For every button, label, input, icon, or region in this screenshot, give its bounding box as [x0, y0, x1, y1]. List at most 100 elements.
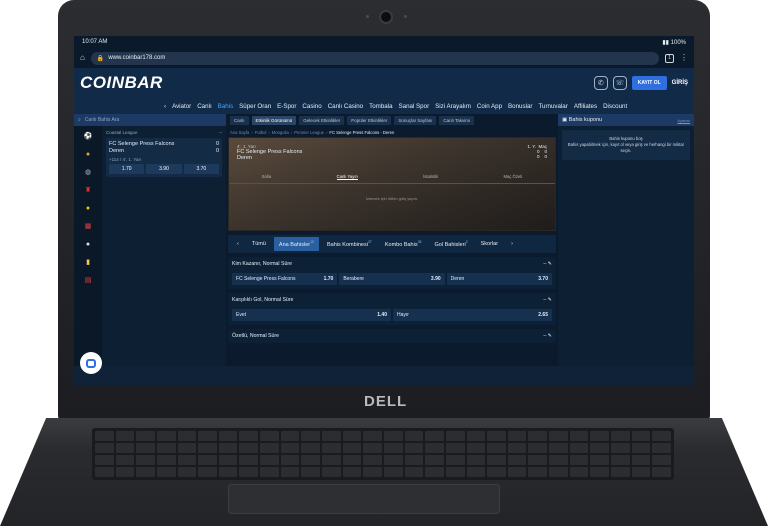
- selection-button[interactable]: FC Selenge Press Falcons 1.70: [232, 273, 338, 285]
- nav-item[interactable]: Casino: [302, 103, 321, 110]
- event-subtab[interactable]: Sonuçlar Sayfası: [394, 116, 437, 125]
- stream-tab[interactable]: İstatistik: [423, 174, 438, 180]
- tab-count-button[interactable]: 1: [665, 53, 674, 63]
- event-subtab[interactable]: Canlı: [230, 116, 249, 125]
- market-tab[interactable]: Kombo Bahis28: [380, 237, 427, 251]
- selection-button[interactable]: Hayır 2.65: [393, 309, 552, 321]
- nav-item[interactable]: Sanal Spor: [399, 103, 430, 110]
- breadcrumb-link[interactable]: Mongolia: [272, 130, 289, 135]
- market-tab[interactable]: Bahis Kombinesi37: [322, 237, 377, 251]
- chat-button[interactable]: [80, 352, 102, 374]
- menu-dots-icon[interactable]: ⋮: [680, 54, 688, 62]
- selection-button[interactable]: Deren 3.70: [446, 273, 552, 285]
- cricket-icon[interactable]: ▮: [83, 258, 93, 268]
- basketball-icon[interactable]: ●: [83, 150, 93, 160]
- keyboard-key: [487, 443, 506, 453]
- nav-item[interactable]: Canlı: [197, 103, 211, 110]
- nav-item[interactable]: Bonuslar: [508, 103, 532, 110]
- nav-item[interactable]: Coin App: [477, 103, 502, 110]
- site-logo[interactable]: COINBAR: [80, 73, 163, 93]
- market-tab[interactable]: Skorlar: [476, 238, 503, 250]
- collapse-icon[interactable]: – ✎: [543, 333, 552, 339]
- handball-icon[interactable]: ▤: [83, 276, 93, 286]
- market-header[interactable]: Karşılıklı Gol, Normal Süre – ✎: [228, 293, 556, 307]
- collapse-icon[interactable]: – ✎: [543, 297, 552, 303]
- stream-tab[interactable]: Saha: [262, 174, 272, 180]
- volleyball-icon[interactable]: ◍: [83, 168, 93, 178]
- ticket-icon: ▣: [562, 117, 568, 123]
- league-header[interactable]: Coastal League –: [106, 130, 222, 135]
- callback-icon[interactable]: ☏: [612, 76, 627, 90]
- keyboard-key: [218, 455, 238, 465]
- market-tab-count: 37: [367, 240, 372, 245]
- nav-item[interactable]: Aviator: [172, 103, 191, 110]
- breadcrumb-link[interactable]: Ana Sayfa: [230, 130, 249, 135]
- selection-button[interactable]: Evet 1.40: [232, 309, 391, 321]
- keyboard-key: [218, 467, 238, 477]
- selection-button[interactable]: Berabere 3.90: [339, 273, 445, 285]
- keyboard-key: [239, 467, 259, 477]
- nav-item[interactable]: E-Spor: [277, 103, 296, 110]
- nav-item[interactable]: Affiliates: [574, 103, 597, 110]
- nav-item[interactable]: Süper Oran: [239, 103, 271, 110]
- nav-item[interactable]: Turnuvalar: [538, 103, 567, 110]
- market-tab-label: Tümü: [251, 241, 266, 247]
- market-header[interactable]: Özetlü, Normal Süre – ✎: [228, 329, 556, 343]
- register-button[interactable]: KAYIT OL: [631, 76, 667, 90]
- collapse-icon[interactable]: – ✎: [543, 261, 552, 267]
- market-tab[interactable]: Gol Bahisleri2: [430, 237, 473, 251]
- bet-slip-settings[interactable]: Ayarlar: [677, 118, 690, 123]
- odd-button[interactable]: 3.90: [146, 164, 182, 174]
- nav-prev-icon[interactable]: ‹: [164, 103, 166, 110]
- odd-button[interactable]: 3.70: [183, 164, 219, 174]
- market-tab-label: Kombo Bahis: [384, 241, 418, 248]
- table-icon[interactable]: ▦: [83, 222, 93, 232]
- collapse-icon[interactable]: –: [219, 130, 222, 135]
- keyboard-key: [590, 431, 610, 441]
- keyboard-key: [177, 467, 197, 477]
- keyboard-key: [322, 455, 341, 465]
- market-next-icon[interactable]: ›: [506, 238, 518, 250]
- event-subtab[interactable]: Gelecek Etkinlikler: [299, 116, 345, 125]
- lock-icon: 🔒: [96, 55, 105, 62]
- phone-icon[interactable]: ✆: [593, 76, 608, 90]
- keyboard-key: [569, 455, 589, 465]
- stream-tab[interactable]: Maç Özeti: [503, 174, 522, 180]
- home-icon[interactable]: ⌂: [80, 54, 85, 62]
- nav-item[interactable]: Tombala: [369, 103, 392, 110]
- odd-button[interactable]: 1.70: [109, 164, 145, 174]
- breadcrumb-link[interactable]: Futbol: [255, 130, 267, 135]
- nav-item[interactable]: Sizi Arayalım: [435, 103, 471, 110]
- soccer-icon[interactable]: ⚽: [83, 132, 93, 142]
- live-match-card[interactable]: FC Selenge Press Falcons 0 Deren 0 +114 / …: [106, 138, 222, 177]
- keyboard-key: [611, 467, 630, 477]
- keyboard-key: [445, 443, 465, 453]
- keyboard-key: [528, 443, 548, 453]
- nav-item[interactable]: Bahis: [218, 103, 233, 110]
- keyboard-key: [301, 443, 321, 453]
- selection-odd: 1.70: [323, 276, 334, 282]
- keyboard-key: [156, 455, 176, 465]
- event-subtab[interactable]: Popüler Etkinlikler: [347, 116, 392, 125]
- esport-icon[interactable]: ♜: [83, 186, 93, 196]
- nav-item[interactable]: Discount: [603, 103, 627, 110]
- breadcrumb-link[interactable]: Premier League: [294, 130, 324, 135]
- baseball-icon[interactable]: ●: [83, 240, 93, 250]
- url-field[interactable]: 🔒 www.coinbar178.com: [90, 51, 659, 65]
- market-tab[interactable]: Ana Bahisler15: [273, 237, 319, 251]
- tennis-icon[interactable]: ●: [83, 204, 93, 214]
- market-prev-icon[interactable]: ‹: [232, 238, 244, 250]
- stream-tab[interactable]: Canlı Yayın: [336, 174, 358, 180]
- market-tab[interactable]: Tümü: [247, 238, 271, 250]
- event-subtab[interactable]: Etkinlik Görünümü: [251, 116, 297, 125]
- market-header[interactable]: Kim Kazanır, Normal Süre – ✎: [228, 257, 556, 271]
- keyboard-key: [156, 467, 176, 477]
- login-button[interactable]: GİRİŞ: [672, 80, 688, 86]
- keyboard-key: [177, 431, 197, 441]
- keyboard-key: [611, 443, 630, 453]
- live-search[interactable]: ⌕ Canlı Bahis Ara: [74, 114, 226, 126]
- keyboard-key: [280, 455, 300, 465]
- nav-item[interactable]: Canlı Casino: [328, 103, 363, 110]
- event-subtab[interactable]: Canlı Takvimi: [439, 116, 475, 125]
- keyboard-key: [425, 455, 444, 465]
